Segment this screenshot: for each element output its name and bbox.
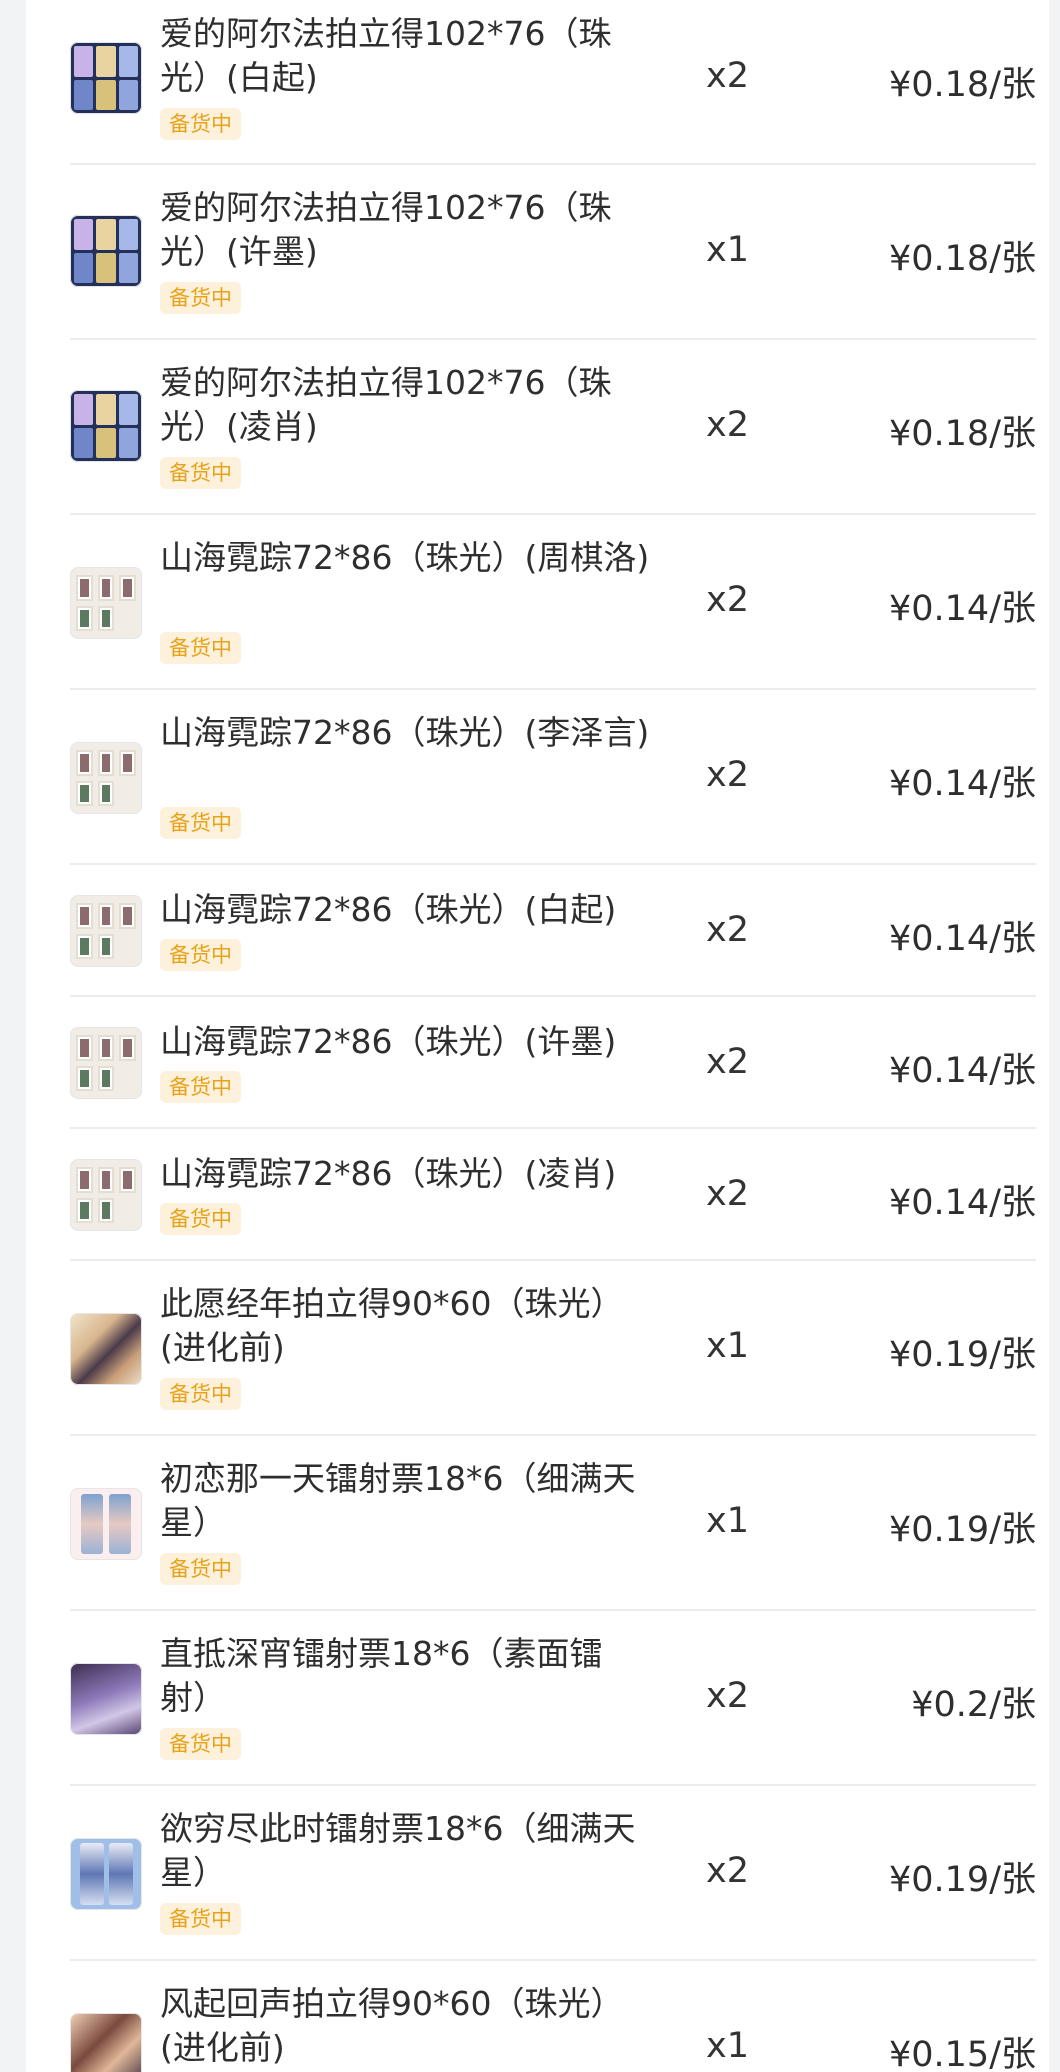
status-badge: 备货中	[160, 282, 241, 314]
item-quantity: x1	[706, 2026, 749, 2066]
item-unit-price: ¥0.19/张	[889, 1860, 1036, 1900]
item-quantity: x1	[706, 230, 749, 270]
card-set-thumbnail	[70, 742, 142, 814]
item-unit-price: ¥0.19/张	[889, 1510, 1036, 1550]
item-quantity: x1	[706, 1501, 749, 1541]
card-set-thumbnail	[70, 1159, 142, 1231]
item-quantity: x2	[706, 580, 749, 620]
status-badge: 备货中	[160, 1903, 241, 1935]
ticket-thumbnail	[70, 1663, 142, 1735]
status-badge: 备货中	[160, 632, 241, 664]
item-quantity: x2	[706, 405, 749, 445]
item-unit-price: ¥0.14/张	[889, 1051, 1036, 1091]
status-badge: 备货中	[160, 1071, 241, 1103]
item-title: 山海霓踪72*86（珠光）(周棋洛)	[160, 538, 650, 577]
item-unit-price: ¥0.14/张	[889, 764, 1036, 804]
card-set-thumbnail	[70, 895, 142, 967]
status-badge: 备货中	[160, 1203, 241, 1235]
item-title: 爱的阿尔法拍立得102*76（珠光）(白起)	[160, 14, 612, 97]
list-item[interactable]: 山海霓踪72*86（珠光）(周棋洛) 备货中 x2 ¥0.14/张	[70, 515, 1036, 690]
list-item[interactable]: 山海霓踪72*86（珠光）(李泽言) 备货中 x2 ¥0.14/张	[70, 690, 1036, 865]
status-badge: 备货中	[160, 807, 241, 839]
item-unit-price: ¥0.18/张	[889, 414, 1036, 454]
item-title: 初恋那一天镭射票18*6（细满天星）	[160, 1459, 636, 1542]
item-unit-price: ¥0.19/张	[889, 1335, 1036, 1375]
item-title: 山海霓踪72*86（珠光）(白起)	[160, 890, 617, 929]
list-item[interactable]: 爱的阿尔法拍立得102*76（珠光）(许墨) 备货中 x1 ¥0.18/张	[70, 165, 1036, 340]
item-title: 直抵深宵镭射票18*6（素面镭射）	[160, 1634, 603, 1717]
item-quantity: x2	[706, 755, 749, 795]
list-item[interactable]: 爱的阿尔法拍立得102*76（珠光）(凌肖) 备货中 x2 ¥0.18/张	[70, 340, 1036, 515]
list-item[interactable]: 爱的阿尔法拍立得102*76（珠光）(白起) 备货中 x2 ¥0.18/张	[70, 0, 1036, 165]
list-item[interactable]: 欲穷尽此时镭射票18*6（细满天星） 备货中 x2 ¥0.19/张	[70, 1786, 1036, 1961]
polaroid-grid-thumbnail	[70, 390, 142, 462]
card-set-thumbnail	[70, 567, 142, 639]
status-badge: 备货中	[160, 457, 241, 489]
item-quantity: x2	[706, 1676, 749, 1716]
item-title: 爱的阿尔法拍立得102*76（珠光）(许墨)	[160, 188, 612, 271]
status-badge: 备货中	[160, 1553, 241, 1585]
item-title: 欲穷尽此时镭射票18*6（细满天星）	[160, 1809, 636, 1892]
item-unit-price: ¥0.14/张	[889, 919, 1036, 959]
status-badge: 备货中	[160, 108, 241, 140]
item-quantity: x1	[706, 1326, 749, 1366]
card-set-thumbnail	[70, 1027, 142, 1099]
list-item[interactable]: 山海霓踪72*86（珠光）(凌肖) 备货中 x2 ¥0.14/张	[70, 1129, 1036, 1261]
item-title: 风起回声拍立得90*60（珠光）(进化前)	[160, 1984, 624, 2067]
item-quantity: x2	[706, 1851, 749, 1891]
status-badge: 备货中	[160, 1728, 241, 1760]
ticket-thumbnail	[70, 1488, 142, 1560]
polaroid-grid-thumbnail	[70, 215, 142, 287]
order-items-card: 爱的阿尔法拍立得102*76（珠光）(白起) 备货中 x2 ¥0.18/张 爱的…	[26, 0, 1049, 2072]
ticket-thumbnail	[70, 1838, 142, 1910]
item-unit-price: ¥0.15/张	[889, 2035, 1036, 2072]
list-item[interactable]: 山海霓踪72*86（珠光）(白起) 备货中 x2 ¥0.14/张	[70, 865, 1036, 997]
item-quantity: x2	[706, 1042, 749, 1082]
list-item[interactable]: 风起回声拍立得90*60（珠光）(进化前) x1 ¥0.15/张	[70, 1961, 1036, 2072]
item-unit-price: ¥0.2/张	[911, 1685, 1036, 1725]
item-unit-price: ¥0.14/张	[889, 1183, 1036, 1223]
item-title: 山海霓踪72*86（珠光）(许墨)	[160, 1022, 617, 1061]
item-unit-price: ¥0.14/张	[889, 589, 1036, 629]
item-title: 山海霓踪72*86（珠光）(凌肖)	[160, 1154, 617, 1193]
list-item[interactable]: 山海霓踪72*86（珠光）(许墨) 备货中 x2 ¥0.14/张	[70, 997, 1036, 1129]
item-title: 山海霓踪72*86（珠光）(李泽言)	[160, 713, 650, 752]
status-badge: 备货中	[160, 939, 241, 971]
polaroid-thumbnail	[70, 2013, 142, 2072]
status-badge: 备货中	[160, 1378, 241, 1410]
polaroid-grid-thumbnail	[70, 42, 142, 114]
list-item[interactable]: 初恋那一天镭射票18*6（细满天星） 备货中 x1 ¥0.19/张	[70, 1436, 1036, 1611]
item-quantity: x2	[706, 1174, 749, 1214]
list-item[interactable]: 此愿经年拍立得90*60（珠光）(进化前) 备货中 x1 ¥0.19/张	[70, 1261, 1036, 1436]
item-quantity: x2	[706, 56, 749, 96]
item-unit-price: ¥0.18/张	[889, 65, 1036, 105]
item-title: 此愿经年拍立得90*60（珠光）(进化前)	[160, 1284, 624, 1367]
item-quantity: x2	[706, 910, 749, 950]
item-unit-price: ¥0.18/张	[889, 239, 1036, 279]
item-title: 爱的阿尔法拍立得102*76（珠光）(凌肖)	[160, 363, 612, 446]
polaroid-thumbnail	[70, 1313, 142, 1385]
list-item[interactable]: 直抵深宵镭射票18*6（素面镭射） 备货中 x2 ¥0.2/张	[70, 1611, 1036, 1786]
